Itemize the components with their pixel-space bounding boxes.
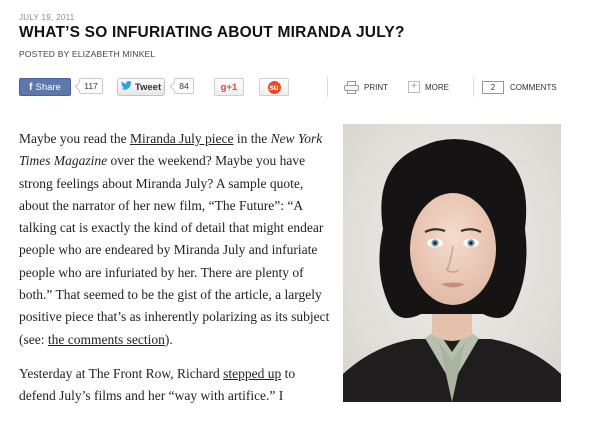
comment-count-badge: 2: [482, 80, 504, 94]
article-paragraph: Maybe you read the Miranda July piece in…: [19, 128, 331, 351]
paragraph-text: ).: [164, 331, 173, 347]
toolbar-divider: [327, 77, 328, 97]
post-date: JULY 19, 2011: [19, 13, 75, 22]
facebook-share-count: 117: [79, 78, 103, 94]
article-body: Maybe you read the Miranda July piece in…: [19, 128, 331, 420]
google-plus-button[interactable]: g+1: [214, 78, 244, 96]
byline: POSTED BY ELIZABETH MINKEL: [19, 49, 156, 59]
comments-section-link[interactable]: the comments section: [48, 332, 165, 347]
paragraph-text: Yesterday at The Front Row, Richard: [19, 365, 224, 381]
tweet-count: 84: [174, 78, 194, 94]
twitter-bird-icon: [120, 80, 132, 93]
article-photo: [343, 124, 561, 402]
comments-button[interactable]: 2 COMMENTS: [482, 77, 557, 97]
tweet-button[interactable]: Tweet: [117, 78, 165, 96]
paragraph-text: in the: [233, 131, 271, 146]
tweet-label: Tweet: [134, 81, 162, 93]
toolbar-divider: [473, 77, 474, 97]
facebook-share-button[interactable]: f Share: [19, 78, 71, 96]
share-toolbar: f Share 117 Tweet 84 g+1 su PRINT + MORE…: [19, 77, 571, 97]
print-label: PRINT: [364, 82, 388, 92]
stumbleupon-button[interactable]: su: [259, 78, 289, 96]
paragraph-text: Maybe you read the: [19, 131, 130, 146]
plus-icon: +: [408, 81, 420, 93]
miranda-july-piece-link[interactable]: Miranda July piece: [130, 131, 233, 146]
portrait-illustration: [343, 124, 561, 402]
stepped-up-link[interactable]: stepped up: [223, 366, 281, 381]
print-button[interactable]: PRINT: [344, 77, 388, 97]
stumbleupon-icon: su: [267, 80, 281, 94]
more-label: MORE: [425, 82, 449, 92]
printer-icon: [344, 80, 359, 94]
article-paragraph: Yesterday at The Front Row, Richard step…: [19, 363, 331, 408]
facebook-share-label: Share: [35, 81, 61, 93]
google-plus-icon: g+1: [220, 81, 238, 93]
comments-label: COMMENTS: [510, 82, 557, 92]
page-title: WHAT’S SO INFURIATING ABOUT MIRANDA JULY…: [19, 24, 405, 41]
facebook-icon: f: [29, 81, 33, 93]
more-button[interactable]: + MORE: [408, 77, 449, 97]
paragraph-text: over the weekend? Maybe you have strong …: [19, 153, 330, 347]
